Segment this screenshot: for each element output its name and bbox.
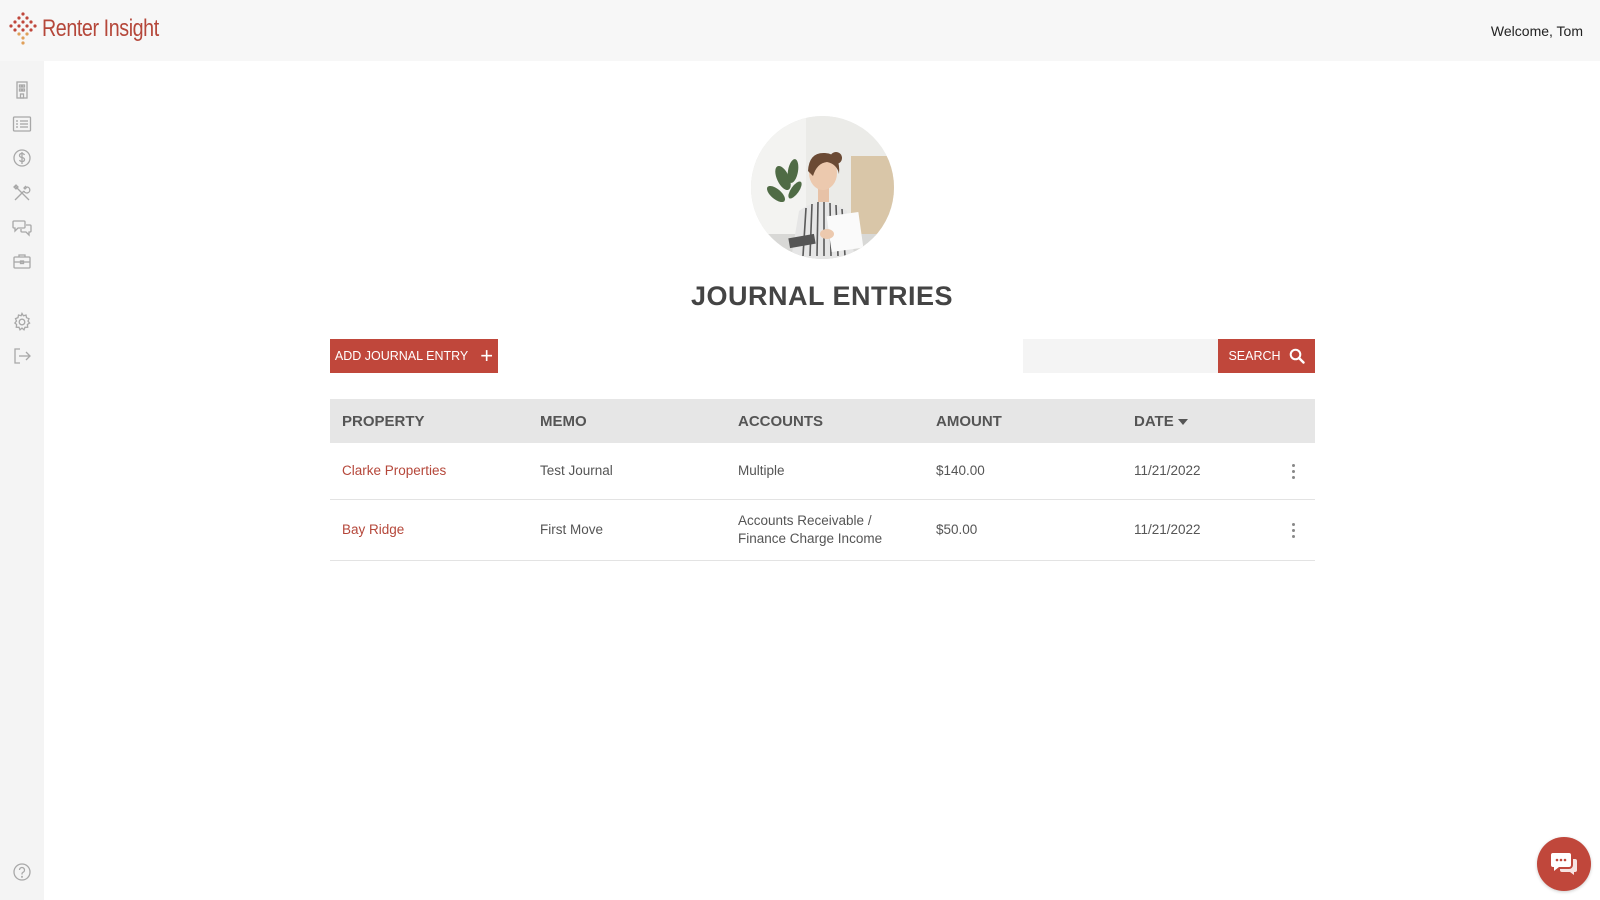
accounts-line: Accounts Receivable / [738, 513, 872, 528]
gear-icon[interactable] [11, 311, 33, 333]
search-button-label: SEARCH [1228, 349, 1281, 363]
page-title: JOURNAL ENTRIES [690, 281, 954, 311]
date-cell: 11/21/2022 [1134, 522, 1201, 537]
chat-bubbles-icon[interactable] [11, 216, 33, 238]
search-icon [1289, 348, 1305, 364]
column-header-amount[interactable]: AMOUNT [924, 413, 1122, 430]
accounts-line: Multiple [738, 463, 785, 478]
add-journal-entry-button[interactable]: ADD JOURNAL ENTRY + [330, 339, 498, 373]
accounts-cell: Multiple [726, 462, 924, 480]
accounts-cell: Accounts Receivable / Finance Charge Inc… [726, 512, 924, 548]
logo-mark-icon [9, 12, 37, 45]
building-icon[interactable] [11, 79, 33, 101]
column-header-memo[interactable]: MEMO [528, 413, 726, 430]
list-icon[interactable] [11, 113, 33, 135]
welcome-message[interactable]: Welcome, Tom [1491, 23, 1583, 39]
live-chat-button[interactable] [1537, 837, 1591, 891]
journal-entries-table: PROPERTY MEMO ACCOUNTS AMOUNT DATE Clark… [330, 399, 1315, 561]
table-header: PROPERTY MEMO ACCOUNTS AMOUNT DATE [330, 399, 1315, 443]
date-cell: 11/21/2022 [1134, 463, 1201, 478]
dollar-icon[interactable] [11, 147, 33, 169]
help-icon[interactable] [11, 861, 33, 883]
column-header-date-label: DATE [1134, 412, 1174, 430]
logo[interactable]: Renter Insight [8, 11, 184, 47]
amount-cell: $140.00 [936, 463, 985, 478]
property-link[interactable]: Bay Ridge [330, 521, 528, 539]
memo-cell: First Move [540, 522, 604, 537]
tools-icon[interactable] [11, 182, 33, 204]
top-bar: Renter Insight Welcome, Tom [0, 0, 1600, 61]
property-link[interactable]: Clarke Properties [330, 462, 528, 480]
logo-text: Renter Insight [42, 15, 159, 42]
search-button[interactable]: SEARCH [1218, 339, 1315, 373]
briefcase-icon[interactable] [11, 250, 33, 272]
search-input[interactable] [1023, 339, 1218, 373]
sidebar [0, 61, 44, 900]
plus-icon: + [480, 343, 494, 368]
logout-icon[interactable] [11, 345, 33, 367]
column-header-accounts[interactable]: ACCOUNTS [726, 413, 924, 430]
sort-desc-icon [1177, 418, 1188, 425]
row-actions-menu-icon[interactable] [1288, 460, 1299, 483]
chat-icon [1551, 853, 1577, 875]
add-journal-entry-label: ADD JOURNAL ENTRY [334, 349, 469, 363]
table-row: Clarke Properties Test Journal Multiple … [330, 443, 1315, 500]
table-row: Bay Ridge First Move Accounts Receivable… [330, 500, 1315, 561]
page-hero-avatar [751, 116, 894, 259]
accounts-line: Finance Charge Income [738, 531, 883, 546]
column-header-date[interactable]: DATE [1122, 413, 1272, 430]
column-header-property[interactable]: PROPERTY [330, 413, 528, 430]
memo-cell: Test Journal [540, 463, 613, 478]
row-actions-menu-icon[interactable] [1288, 519, 1299, 542]
amount-cell: $50.00 [936, 522, 978, 537]
